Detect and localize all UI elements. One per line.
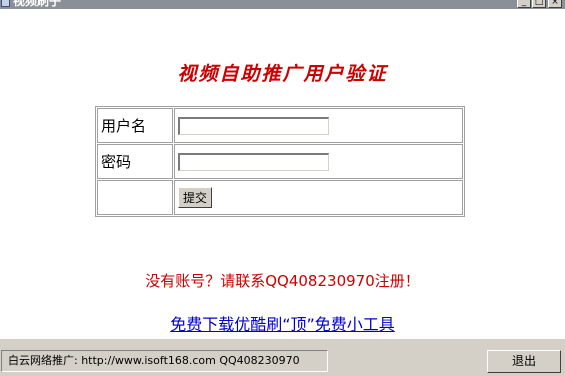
window-title: 视频刷子: [13, 0, 62, 8]
register-note: 没有账号？请联系QQ408230970注册！: [145, 272, 420, 290]
username-row: 用户名: [97, 108, 463, 143]
username-input[interactable]: [178, 116, 329, 135]
username-cell: [174, 108, 463, 143]
minimize-button[interactable]: _: [517, 0, 531, 8]
username-label: 用户名: [97, 108, 173, 143]
submit-cell: 提交: [174, 180, 463, 215]
password-label: 密码: [97, 144, 173, 179]
password-row: 密码: [97, 144, 463, 179]
close-button[interactable]: ×: [548, 0, 562, 8]
main-content: 视频自助推广用户验证 用户名 密码 提交 没有账号？请联系QQ408230970…: [0, 9, 565, 338]
title-bar: 视频刷子 _ □ ×: [0, 0, 565, 9]
status-bar: 白云网络推广: http://www.isoft168.com QQ408230…: [0, 338, 565, 376]
download-tool-link[interactable]: 免费下载优酷刷“顶”免费小工具: [0, 311, 565, 335]
empty-cell: [97, 180, 173, 215]
status-text: 白云网络推广: http://www.isoft168.com QQ408230…: [1, 350, 328, 372]
submit-row: 提交: [97, 180, 463, 215]
password-cell: [174, 144, 463, 179]
app-icon: [1, 0, 10, 7]
exit-button[interactable]: 退出: [487, 350, 561, 373]
password-input[interactable]: [178, 152, 329, 171]
maximize-button[interactable]: □: [532, 0, 546, 8]
page-title: 视频自助推广用户验证: [177, 63, 388, 85]
submit-button[interactable]: 提交: [178, 187, 213, 208]
login-form-table: 用户名 密码 提交: [95, 106, 465, 217]
